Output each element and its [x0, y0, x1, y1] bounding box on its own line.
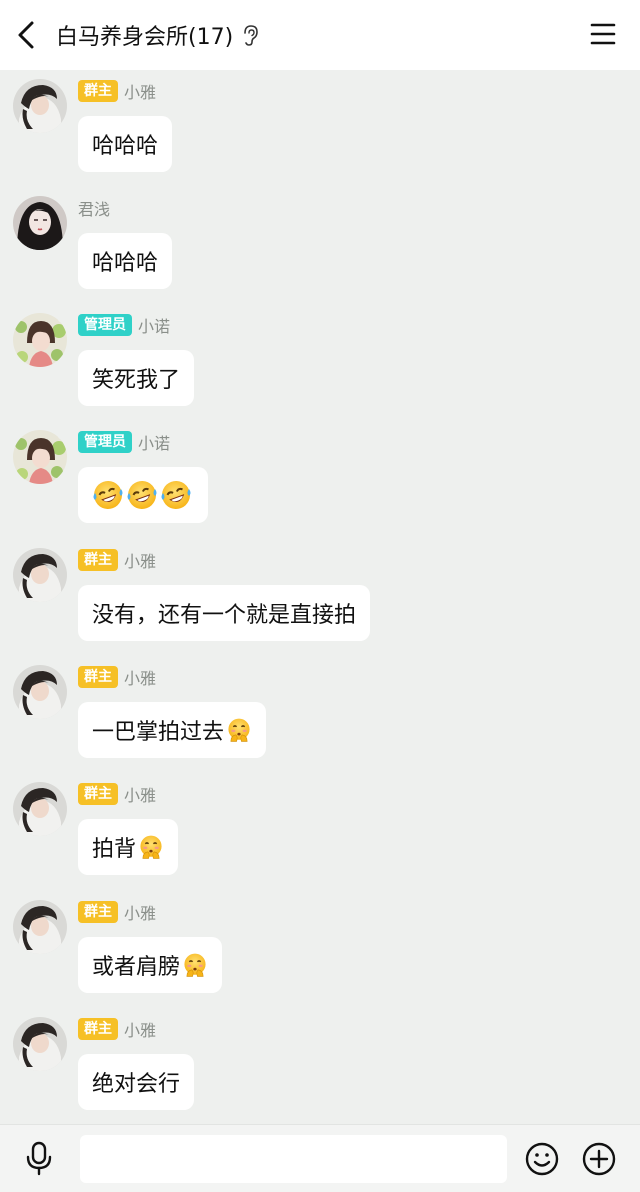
- message-bubble[interactable]: 拍背: [78, 819, 179, 875]
- message-bubble[interactable]: 绝对会行: [78, 1054, 195, 1110]
- shy-emoji: [226, 717, 252, 743]
- microphone-icon: [26, 1141, 52, 1176]
- sender-name[interactable]: 小雅: [124, 1017, 156, 1041]
- avatar[interactable]: [13, 313, 67, 367]
- sender-info: 群主 小雅: [78, 80, 156, 102]
- message-text: 绝对会行: [92, 1072, 181, 1097]
- message-text: 笑死我了: [92, 368, 181, 393]
- sender-info: 君浅: [78, 197, 110, 219]
- owner-badge: 群主: [78, 901, 118, 923]
- laughing-crying-emoji: [160, 479, 192, 511]
- sender-info: 管理员 小诺: [78, 431, 170, 453]
- sender-info: 群主 小雅: [78, 783, 156, 805]
- menu-button[interactable]: [590, 22, 616, 46]
- avatar[interactable]: [13, 196, 67, 250]
- admin-badge: 管理员: [78, 431, 132, 453]
- message-bubble[interactable]: 哈哈哈: [78, 116, 173, 172]
- plus-circle-icon: [582, 1142, 616, 1176]
- message-item: 群主 小雅 哈哈哈: [0, 70, 640, 180]
- message-text: 或者肩膀: [92, 955, 181, 980]
- owner-badge: 群主: [78, 80, 118, 102]
- owner-badge: 群主: [78, 783, 118, 805]
- group-title: 白马养身会所(17): [56, 25, 234, 50]
- laughing-crying-emoji: [126, 479, 158, 511]
- message-item: 群主 小雅 或者肩膀: [0, 891, 640, 1001]
- message-text: 哈哈哈: [92, 251, 159, 276]
- sender-info: 管理员 小诺: [78, 314, 170, 336]
- avatar[interactable]: [13, 430, 67, 484]
- avatar[interactable]: [13, 782, 67, 836]
- back-button[interactable]: [14, 20, 42, 50]
- message-item: 管理员 小诺: [0, 421, 640, 531]
- sender-name[interactable]: 小雅: [124, 548, 156, 572]
- owner-badge: 群主: [78, 549, 118, 571]
- shy-emoji: [138, 834, 164, 860]
- admin-badge: 管理员: [78, 314, 132, 336]
- sender-name[interactable]: 小雅: [124, 900, 156, 924]
- laughing-crying-emoji: [92, 479, 124, 511]
- message-bubble[interactable]: 一巴掌拍过去: [78, 702, 267, 758]
- sender-name[interactable]: 小诺: [138, 430, 170, 454]
- message-item: 群主 小雅 没有，还有一个就是直接拍: [0, 539, 640, 649]
- message-item: 管理员 小诺 笑死我了: [0, 304, 640, 414]
- emoji-button[interactable]: [525, 1142, 559, 1176]
- sender-info: 群主 小雅: [78, 901, 156, 923]
- more-button[interactable]: [582, 1142, 616, 1176]
- message-item: 群主 小雅 一巴掌拍过去: [0, 656, 640, 766]
- chat-title-area: 白马养身会所(17): [56, 20, 259, 50]
- sender-name[interactable]: 小雅: [124, 79, 156, 103]
- input-bar: [0, 1124, 640, 1192]
- message-input[interactable]: [80, 1135, 507, 1183]
- sender-name[interactable]: 君浅: [78, 196, 110, 220]
- avatar[interactable]: [13, 79, 67, 133]
- sender-info: 群主 小雅: [78, 666, 156, 688]
- message-list[interactable]: 群主 小雅 哈哈哈 君浅 哈哈哈 管理员 小诺 笑死我了 管理员 小诺 群主 小…: [0, 70, 640, 1124]
- avatar[interactable]: [13, 665, 67, 719]
- voice-button[interactable]: [22, 1141, 56, 1177]
- sender-info: 群主 小雅: [78, 1018, 156, 1040]
- hamburger-menu-icon: [590, 23, 616, 45]
- message-bubble[interactable]: 哈哈哈: [78, 233, 173, 289]
- message-text: 一巴掌拍过去: [92, 720, 225, 745]
- sender-name[interactable]: 小雅: [124, 665, 156, 689]
- avatar[interactable]: [13, 548, 67, 602]
- ear-icon: [244, 25, 258, 46]
- chat-header: 白马养身会所(17): [0, 0, 640, 70]
- message-bubble[interactable]: [78, 467, 208, 523]
- avatar[interactable]: [13, 1017, 67, 1071]
- message-bubble[interactable]: 没有，还有一个就是直接拍: [78, 585, 371, 641]
- message-text: 哈哈哈: [92, 134, 159, 159]
- message-text: 拍背: [92, 837, 137, 862]
- smiley-face-icon: [525, 1142, 559, 1176]
- message-bubble[interactable]: 笑死我了: [78, 350, 195, 406]
- sender-name[interactable]: 小诺: [138, 313, 170, 337]
- chevron-left-icon: [18, 21, 34, 49]
- avatar[interactable]: [13, 900, 67, 954]
- sender-info: 群主 小雅: [78, 549, 156, 571]
- owner-badge: 群主: [78, 666, 118, 688]
- message-bubble[interactable]: 或者肩膀: [78, 937, 223, 993]
- shy-emoji: [182, 952, 208, 978]
- message-item: 群主 小雅 绝对会行: [0, 1008, 640, 1118]
- message-item: 君浅 哈哈哈: [0, 187, 640, 297]
- sender-name[interactable]: 小雅: [124, 782, 156, 806]
- message-text: 没有，还有一个就是直接拍: [92, 603, 357, 628]
- owner-badge: 群主: [78, 1018, 118, 1040]
- message-item: 群主 小雅 拍背: [0, 773, 640, 883]
